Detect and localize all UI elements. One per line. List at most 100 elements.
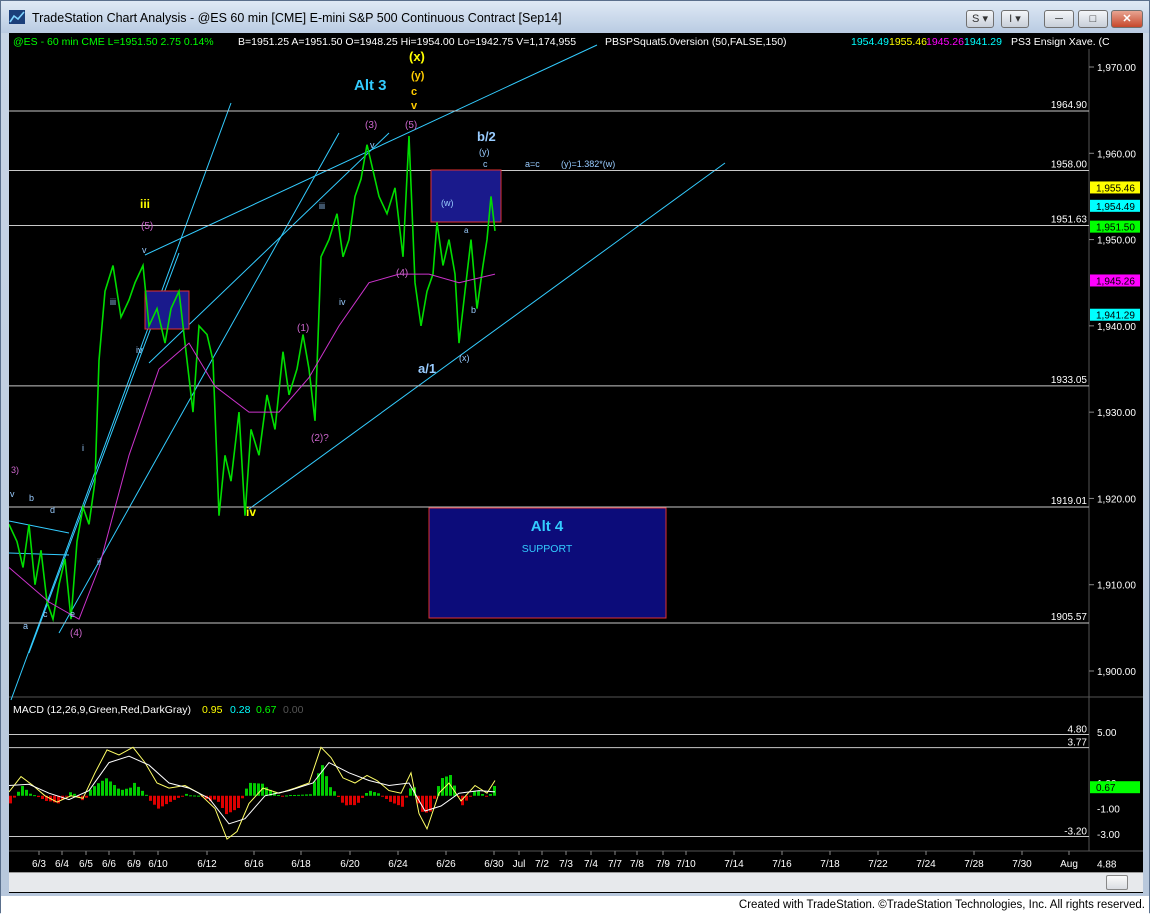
wave-label: iii [319,201,325,211]
macd-histogram-bar [121,789,124,796]
footer-text: Created with TradeStation. ©TradeStation… [738,899,1145,911]
date-tick-label: 6/26 [436,859,456,870]
date-tick-label: 7/14 [724,859,744,870]
macd-histogram-bar [329,787,332,796]
price-marker-label: 1,954.49 [1096,202,1135,213]
macd-histogram-bar [149,795,152,801]
level-label: 1958.00 [1051,160,1088,171]
horizontal-scrollbar[interactable] [9,872,1143,892]
macd-histogram-bar [349,795,352,805]
macd-histogram-bar [361,795,364,798]
macd-histogram-bar [477,790,480,796]
macd-histogram-bar [441,778,444,796]
wave-label: iv [136,345,143,355]
date-tick-label: 6/18 [291,859,311,870]
macd-histogram-bar [141,790,144,796]
macd-histogram-bar [13,795,16,798]
date-tick-label: 7/16 [772,859,792,870]
date-tick-label: 7/10 [676,859,696,870]
macd-histogram-bar [165,795,168,805]
macd-histogram-bar [145,794,148,796]
chart-area[interactable]: @ES - 60 min CME L=1951.50 2.75 0.14% B=… [9,33,1143,893]
macd-tick-label: -3.00 [1097,830,1120,841]
level-label: 1951.63 [1051,215,1088,226]
price-marker-label: 1,945.26 [1096,276,1135,287]
macd-histogram-bar [333,791,336,796]
date-tick-label: 6/24 [388,859,408,870]
price-tick-label: 1,940.00 [1097,322,1136,333]
macd-level-label: -3.20 [1064,827,1087,838]
title-bar[interactable]: TradeStation Chart Analysis - @ES 60 min… [1,1,1149,33]
header-study-values: 1954.49 1955.46 1945.26 1941.29 [851,36,1002,48]
date-tick-label: 7/8 [630,859,644,870]
date-tick-label: 6/5 [79,859,93,870]
wave-label: a=c [525,159,540,169]
wave-label: (1) [297,323,309,334]
macd-histogram-bar [249,782,252,796]
maximize-button[interactable]: □ [1078,10,1108,28]
macd-histogram-bar [409,788,412,796]
header-symbol: @ES - 60 min CME L=1951.50 2.75 0.14% [13,36,214,48]
wave-label: 3) [11,465,19,475]
wave-label: iii [140,197,150,211]
wave-label: b [471,305,476,315]
wave-label: (x) [409,49,425,64]
macd-histogram-bar [481,794,484,796]
macd-histogram-bar [93,786,96,796]
date-tick-label: 6/4 [55,859,69,870]
wave-label: a/1 [418,361,436,376]
wave-label: a [464,226,469,235]
macd-histogram-bar [469,795,472,797]
wave-label: (w) [441,198,454,208]
wave-label: c [411,86,417,98]
scrollbar-thumb[interactable] [1106,875,1128,890]
macd-histogram-bar [109,781,112,796]
price-chart[interactable]: @ES - 60 min CME L=1951.50 2.75 0.14% B=… [9,33,1143,872]
wave-label: Alt 3 [354,77,387,94]
wave-label: c [43,609,48,619]
price-tick-label: 1,950.00 [1097,236,1136,247]
wave-label: (x) [459,353,470,363]
macd-histogram-bar [357,795,360,803]
macd-histogram-bar [373,792,376,796]
price-marker-label: 1,955.46 [1096,183,1135,194]
macd-histogram-bar [117,788,120,796]
macd-histogram-bar [173,795,176,800]
macd-histogram-bar [221,795,224,808]
macd-histogram-bar [41,795,44,800]
macd-histogram-bar [289,794,292,796]
macd-histogram-bar [157,795,160,809]
macd-histogram-bar [33,795,36,797]
macd-histogram-bar [297,794,300,796]
price-marker-label: 1,941.29 [1096,311,1135,322]
macd-histogram-bar [133,782,136,796]
close-button[interactable]: ✕ [1111,10,1143,28]
date-tick-label: 6/30 [484,859,504,870]
header-study: PBSPSquat5.0version (50,FALSE,150) [605,36,787,48]
macd-histogram-bar [385,795,388,800]
date-tick-label: 7/3 [559,859,573,870]
macd-histogram-bar [401,795,404,807]
date-tick-label: 6/3 [32,859,46,870]
macd-histogram-bar [21,785,24,796]
macd-histogram-bar [137,786,140,796]
minimize-button[interactable]: ─ [1044,10,1074,28]
date-tick-label: 7/24 [916,859,936,870]
macd-histogram-bar [37,795,40,798]
macd-histogram-bar [29,793,32,796]
level-label: 1905.57 [1051,612,1088,623]
s-menu-button[interactable]: S ▾ [966,10,994,28]
macd-value: 0.95 [202,704,223,716]
macd-label: MACD (12,26,9,Green,Red,DarkGray) [13,704,191,716]
header-ensign: PS3 Ensign Xave. (C [1011,36,1110,48]
macd-tick-label: 5.00 [1097,728,1117,739]
i-menu-button[interactable]: I ▾ [1001,10,1029,28]
macd-histogram-bar [177,795,180,798]
dropdown-arrow-icon: ▾ [982,13,988,25]
window-title: TradeStation Chart Analysis - @ES 60 min… [32,11,562,25]
close-icon: ✕ [1122,13,1132,25]
macd-histogram-bar [381,795,384,797]
wave-label: (4) [396,268,408,279]
macd-histogram-bar [473,791,476,796]
date-tick-label: 6/6 [102,859,116,870]
